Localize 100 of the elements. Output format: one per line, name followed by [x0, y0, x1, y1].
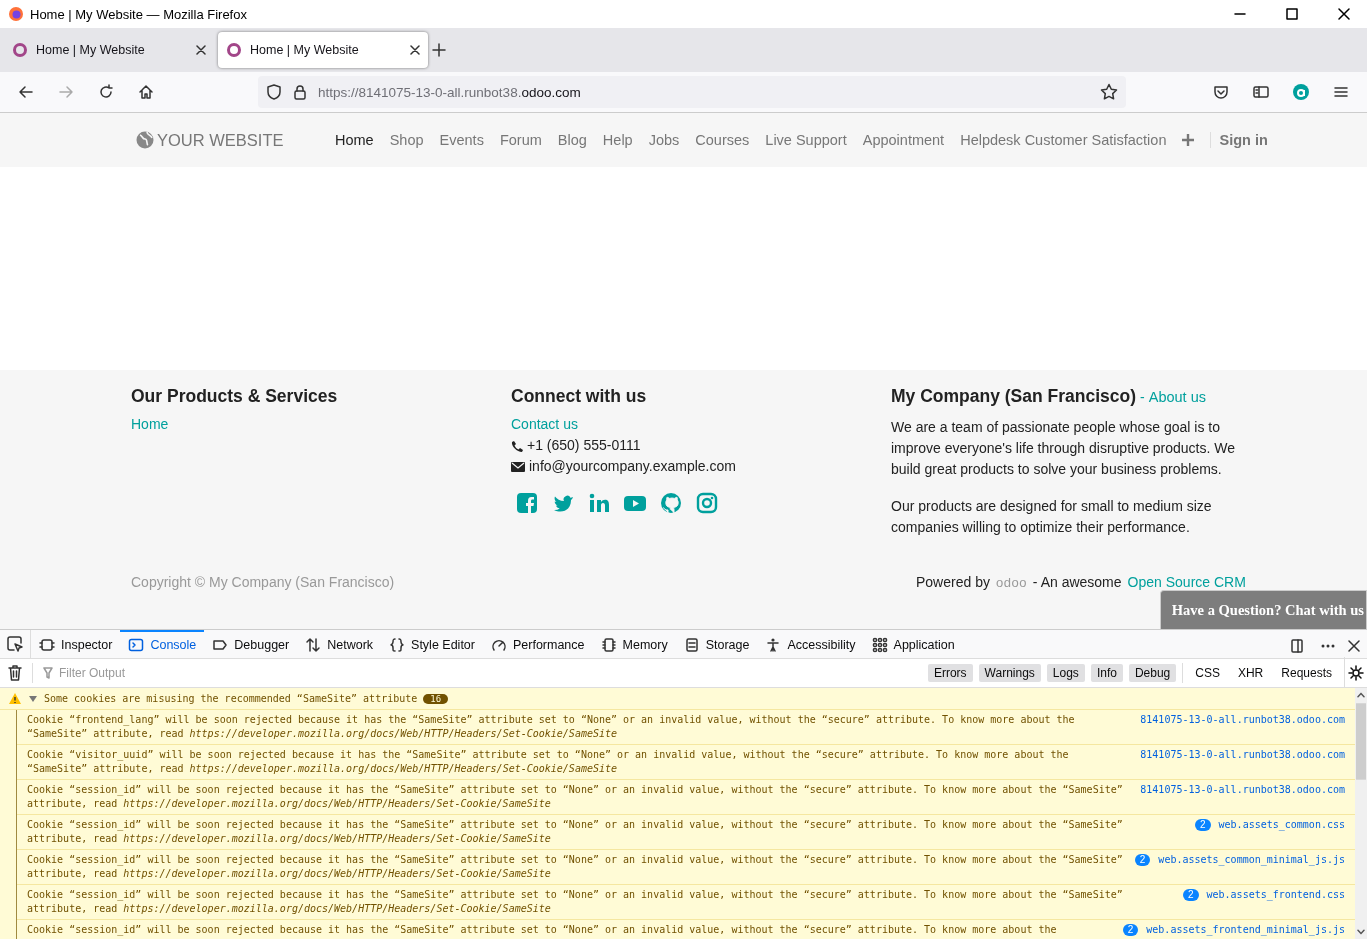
- close-icon[interactable]: [1338, 8, 1350, 20]
- grid-icon: [871, 637, 888, 653]
- cat-icon[interactable]: [660, 492, 682, 514]
- console-message: Cookie “session_id” will be soon rejected because it has the “SameSite” attribute set to “None” or an invalid value, without the “secure” attribute. To know more about the “SameSite” attribute, read https://developer.mozilla.org/docs/Web/HTTP/Headers/Set-Cookie/SameSite: [27, 783, 1124, 811]
- group-message[interactable]: Some cookies are misusing the recommended “SameSite” attribute: [44, 693, 418, 704]
- source-link[interactable]: web.assets_common_minimal_js.js: [1158, 853, 1345, 867]
- close-icon[interactable]: [1348, 640, 1360, 652]
- footer-heading: Connect with us: [511, 386, 647, 407]
- filter-toggle[interactable]: Debug: [1128, 664, 1177, 682]
- filter-toggle[interactable]: Errors: [927, 664, 973, 682]
- console-message: Cookie “session_id” will be soon rejected because it has the “SameSite” attribute set to “None” or an invalid value, without the “secure” attribute. To know more about the “SameSite” attribute, read https://developer.mozilla.org/docs/Web/HTTP/Headers/Set-Cookie/SameSite: [27, 853, 1124, 881]
- source-link[interactable]: web.assets_common.css: [1218, 818, 1345, 832]
- filter-toggle[interactable]: CSS: [1189, 664, 1226, 682]
- source-link[interactable]: web.assets_frontend_minimal_js.js: [1146, 923, 1345, 937]
- nav-link[interactable]: Appointment: [862, 132, 945, 148]
- pocket-icon[interactable]: [1213, 84, 1229, 100]
- source-link[interactable]: web.assets_frontend.css: [1206, 888, 1345, 902]
- nav-link[interactable]: Jobs: [648, 132, 680, 148]
- console-message: Cookie “session_id” will be soon rejected because it has the “SameSite” attribute set to “None” or an invalid value, without the “secure” attribute. To know more about the “SameSite” attribute, read https://developer.mozilla.org/docs/Web/HTTP/Headers/Set-Cookie/SameSite: [27, 888, 1124, 916]
- repeat-badge: 2: [1182, 889, 1199, 901]
- sidebar-icon[interactable]: [1253, 84, 1269, 100]
- nav-link[interactable]: Events: [439, 132, 484, 148]
- source-link[interactable]: 8141075-13-0-all.runbot38.odoo.com: [1140, 748, 1345, 762]
- devtools-tab[interactable]: Console: [120, 630, 205, 658]
- home-icon[interactable]: [138, 84, 154, 100]
- filter-toggle[interactable]: Info: [1090, 664, 1123, 682]
- repeat-badge: 2: [1195, 819, 1211, 831]
- nav-link[interactable]: Blog: [557, 132, 587, 148]
- picker-icon[interactable]: [7, 636, 23, 652]
- nav-link[interactable]: Help: [602, 132, 633, 148]
- maximize-icon[interactable]: [1286, 8, 1298, 20]
- menu-icon[interactable]: [1333, 84, 1349, 100]
- filter-toggle[interactable]: Warnings: [978, 664, 1041, 682]
- letter-f-icon[interactable]: [516, 492, 538, 514]
- browser-tab[interactable]: Home | My Website: [4, 32, 214, 68]
- chat-button[interactable]: Have a Question? Chat with us: [1159, 590, 1367, 629]
- repeat-badge: 2: [1134, 854, 1151, 866]
- devtools-tab[interactable]: Application: [863, 630, 963, 658]
- close-icon[interactable]: [410, 45, 420, 55]
- footer-link[interactable]: Home: [131, 417, 169, 432]
- console-message: Cookie “session_id” will be soon rejected because it has the “SameSite” attribute set to “None” or an invalid value, without the “secure” attribute. To know more about the “SameSite” attribute, read https://developer.mozilla.org/docs/Web/HTTP/Headers/Set-Cookie/SameSite: [27, 818, 1124, 846]
- console-message: Cookie “visitor_uuid” will be soon rejected because it has the “SameSite” attribute set to “None” or an invalid value, without the “secure” attribute. To know more about the “SameSite” attribute, read https://developer.mozilla.org/docs/Web/HTTP/Headers/Set-Cookie/SameSite: [27, 748, 1070, 776]
- globe-icon: [135, 130, 155, 150]
- scrollbar[interactable]: [1355, 688, 1367, 939]
- source-link[interactable]: 8141075-13-0-all.runbot38.odoo.com: [1140, 713, 1345, 727]
- devtools-tab[interactable]: Style Editor: [381, 630, 483, 658]
- nav-link[interactable]: Forum: [499, 132, 542, 148]
- window-title: Home | My Website — Mozilla Firefox: [30, 6, 247, 22]
- footer-heading: Our Products & Services: [131, 386, 338, 407]
- shield-icon[interactable]: [266, 84, 282, 100]
- source-link[interactable]: 8141075-13-0-all.runbot38.odoo.com: [1140, 783, 1345, 797]
- address-bar[interactable]: https://8141075-13-0-all.runbot38.odoo.com: [258, 76, 1126, 108]
- terminal-icon: [128, 637, 145, 653]
- devtools-tab[interactable]: Debugger: [204, 630, 298, 658]
- nav-link[interactable]: Helpdesk Customer Satisfaction: [960, 132, 1167, 148]
- warning-icon: [8, 692, 22, 705]
- nav-link[interactable]: Home: [335, 132, 374, 148]
- plus-icon[interactable]: [432, 43, 446, 57]
- reload-icon[interactable]: [98, 84, 114, 100]
- contact-link[interactable]: Contact us: [511, 417, 578, 432]
- site-logo[interactable]: YOUR WEBSITE: [157, 130, 284, 150]
- filter-toggle[interactable]: Requests: [1275, 664, 1338, 682]
- lock-icon: [292, 84, 308, 100]
- browser-tab[interactable]: Home | My Website: [218, 32, 428, 68]
- devtools-tab[interactable]: Accessibility: [757, 630, 864, 658]
- tagline-text: - An awesome: [1032, 574, 1122, 590]
- plus-icon[interactable]: [1182, 134, 1195, 146]
- star-icon[interactable]: [1100, 83, 1118, 101]
- camera-icon[interactable]: [696, 492, 718, 514]
- powered-by-text: Powered by: [916, 574, 990, 590]
- filter-toggle[interactable]: Logs: [1046, 664, 1085, 682]
- about-link[interactable]: About us: [1148, 389, 1206, 405]
- expanded-caret-icon[interactable]: [28, 694, 38, 703]
- settings-icon[interactable]: [1348, 665, 1364, 681]
- ring-icon: [12, 42, 28, 58]
- sign-in-link[interactable]: Sign in: [1210, 132, 1268, 148]
- filter-field[interactable]: Filter Output: [57, 665, 261, 681]
- console-message: Cookie “frontend_lang” will be soon rejected because it has the “SameSite” attribute set to “None” or an invalid value, without the “secure” attribute. To know more about the “SameSite” attribute, read https://developer.mozilla.org/docs/Web/HTTP/Headers/Set-Cookie/SameSite: [27, 713, 1076, 741]
- close-icon[interactable]: [196, 45, 206, 55]
- devtools-tab[interactable]: Storage: [675, 630, 758, 658]
- devtools-tab[interactable]: Memory: [592, 630, 676, 658]
- devtools-tab[interactable]: Network: [297, 630, 382, 658]
- repeat-badge: 2: [1122, 924, 1139, 936]
- company-paragraph: Our products are designed for small to medium size companies willing to optimize their performance.: [891, 497, 1213, 537]
- crm-link[interactable]: Open Source CRM: [1127, 574, 1246, 590]
- phone-number: +1 (650) 555-0111: [527, 438, 641, 453]
- back-icon[interactable]: [18, 84, 34, 100]
- phone-icon: [511, 439, 523, 452]
- filter-toggle[interactable]: XHR: [1231, 664, 1270, 682]
- letter-a-icon[interactable]: [1292, 83, 1310, 101]
- browser-logo-icon: [8, 6, 24, 22]
- nav-link[interactable]: Shop: [389, 132, 424, 148]
- in-icon[interactable]: [588, 492, 610, 514]
- dock-icon[interactable]: [1289, 638, 1305, 654]
- email-address: info@yourcompany.example.com: [529, 459, 736, 474]
- devtools-tab[interactable]: Performance: [482, 630, 593, 658]
- trash-icon[interactable]: [8, 665, 22, 681]
- nav-link[interactable]: Live Support: [765, 132, 847, 148]
- devtools-tab[interactable]: Inspector: [31, 630, 121, 658]
- nav-link[interactable]: Courses: [695, 132, 750, 148]
